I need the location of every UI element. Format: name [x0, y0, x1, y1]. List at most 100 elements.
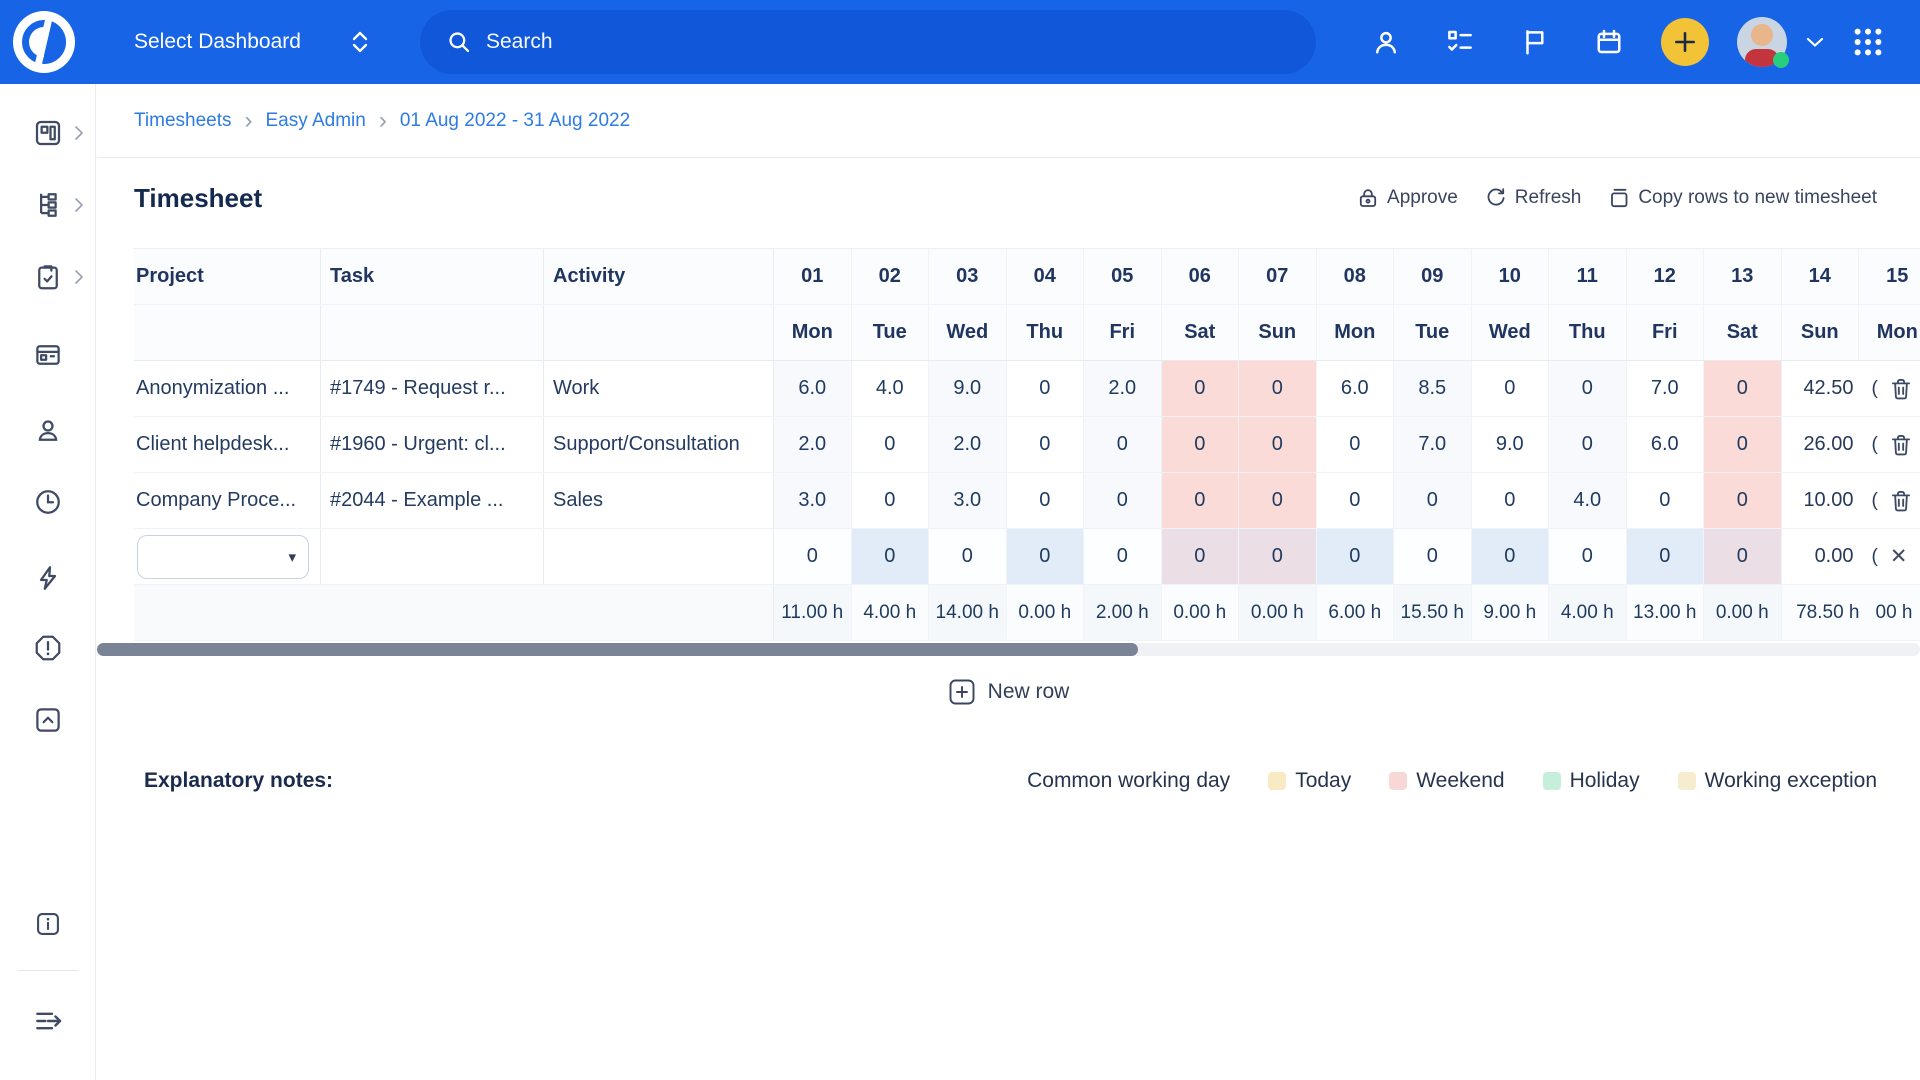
hours-cell-day-04[interactable]: 0 [1007, 473, 1085, 528]
hours-cell-day-12[interactable]: 6.0 [1627, 417, 1705, 472]
chevron-down-icon[interactable] [1805, 36, 1825, 48]
refresh-button[interactable]: Refresh [1484, 186, 1582, 210]
project-cell[interactable]: Anonymization ... [134, 361, 321, 416]
copy-rows-button[interactable]: Copy rows to new timesheet [1607, 186, 1877, 210]
hours-cell-day-08[interactable]: 0 [1317, 417, 1395, 472]
quick-add-button[interactable] [1661, 18, 1709, 66]
new-hours-cell-day-03[interactable]: 0 [929, 529, 1007, 584]
sidebar-collapse-menu-button[interactable] [0, 1005, 96, 1037]
hours-cell-day-13[interactable]: 0 [1704, 361, 1782, 416]
hours-cell-day-11[interactable]: 0 [1549, 361, 1627, 416]
remove-new-row-button[interactable]: ✕ [1890, 544, 1908, 569]
hours-cell-day-12[interactable]: 7.0 [1627, 361, 1705, 416]
project-select[interactable]: ▾ [137, 535, 309, 579]
task-cell[interactable]: #2044 - Example ... [321, 473, 544, 528]
hours-cell-day-05[interactable]: 0 [1084, 473, 1162, 528]
hours-cell-day-11[interactable]: 4.0 [1549, 473, 1627, 528]
activity-cell[interactable]: Support/Consultation [544, 417, 774, 472]
hours-cell-day-04[interactable]: 0 [1007, 361, 1085, 416]
hours-cell-day-02[interactable]: 4.0 [852, 361, 930, 416]
hours-cell-day-06[interactable]: 0 [1162, 417, 1240, 472]
project-cell[interactable]: Company Proce... [134, 473, 321, 528]
sidebar-item-collapse-section[interactable] [0, 705, 96, 735]
delete-row-button[interactable] [1888, 488, 1914, 514]
new-hours-cell-day-12[interactable]: 0 [1627, 529, 1705, 584]
hours-cell-day-02[interactable]: 0 [852, 417, 930, 472]
hours-cell-day-10[interactable]: 9.0 [1472, 417, 1550, 472]
hours-cell-day-10[interactable]: 0 [1472, 361, 1550, 416]
sidebar-item-boards[interactable] [0, 340, 96, 370]
new-hours-cell-day-06[interactable]: 0 [1162, 529, 1240, 584]
app-logo-icon[interactable] [13, 11, 75, 73]
hours-cell-day-01[interactable]: 2.0 [774, 417, 852, 472]
breadcrumb-link[interactable]: Timesheets [134, 110, 232, 132]
chevron-right-icon[interactable] [74, 197, 84, 213]
hours-cell-day-02[interactable]: 0 [852, 473, 930, 528]
hours-cell-day-07[interactable]: 0 [1239, 473, 1317, 528]
sidebar-item-users[interactable] [0, 415, 96, 445]
hours-cell-day-09[interactable]: 7.0 [1394, 417, 1472, 472]
apps-grid-icon[interactable] [1853, 27, 1883, 57]
flag-icon[interactable] [1520, 27, 1550, 57]
dashboard-sort-chevrons-icon[interactable] [350, 30, 370, 59]
new-hours-cell-day-13[interactable]: 0 [1704, 529, 1782, 584]
new-hours-cell-day-04[interactable]: 0 [1007, 529, 1085, 584]
hours-cell-day-11[interactable]: 0 [1549, 417, 1627, 472]
hours-cell-day-09[interactable]: 8.5 [1394, 361, 1472, 416]
project-cell[interactable]: Client helpdesk... [134, 417, 321, 472]
task-cell[interactable]: #1960 - Urgent: cl... [321, 417, 544, 472]
new-hours-cell-day-09[interactable]: 0 [1394, 529, 1472, 584]
hours-cell-day-08[interactable]: 0 [1317, 473, 1395, 528]
new-hours-cell-day-01[interactable]: 0 [774, 529, 852, 584]
delete-row-button[interactable] [1888, 432, 1914, 458]
sidebar-item-alerts[interactable] [0, 633, 96, 663]
chevron-right-icon[interactable] [74, 125, 84, 141]
activity-cell[interactable]: Sales [544, 473, 774, 528]
new-row-button[interactable]: New row [948, 674, 1070, 710]
activity-cell[interactable] [544, 529, 774, 584]
hours-cell-day-13[interactable]: 0 [1704, 473, 1782, 528]
search-bar[interactable] [420, 10, 1316, 74]
activity-cell[interactable]: Work [544, 361, 774, 416]
new-hours-cell-day-05[interactable]: 0 [1084, 529, 1162, 584]
delete-row-button[interactable] [1888, 376, 1914, 402]
new-hours-cell-day-11[interactable]: 0 [1549, 529, 1627, 584]
user-icon[interactable] [1371, 27, 1401, 57]
breadcrumb-link[interactable]: Easy Admin [266, 110, 366, 132]
hours-cell-day-06[interactable]: 0 [1162, 473, 1240, 528]
hours-cell-day-05[interactable]: 0 [1084, 417, 1162, 472]
hours-cell-day-01[interactable]: 3.0 [774, 473, 852, 528]
new-hours-cell-day-08[interactable]: 0 [1317, 529, 1395, 584]
tasks-checklist-icon[interactable] [1445, 27, 1475, 57]
sidebar-item-info[interactable] [0, 910, 96, 938]
scrollbar-thumb[interactable] [97, 643, 1138, 656]
hours-cell-day-05[interactable]: 2.0 [1084, 361, 1162, 416]
hours-cell-day-06[interactable]: 0 [1162, 361, 1240, 416]
select-dashboard-button[interactable]: Select Dashboard [134, 0, 301, 84]
task-cell[interactable]: #1749 - Request r... [321, 361, 544, 416]
hours-cell-day-07[interactable]: 0 [1239, 417, 1317, 472]
hours-cell-day-13[interactable]: 0 [1704, 417, 1782, 472]
new-hours-cell-day-10[interactable]: 0 [1472, 529, 1550, 584]
user-avatar[interactable] [1737, 17, 1787, 67]
sidebar-item-time[interactable] [0, 487, 96, 517]
chevron-right-icon[interactable] [74, 269, 84, 285]
hours-cell-day-08[interactable]: 6.0 [1317, 361, 1395, 416]
hours-cell-day-10[interactable]: 0 [1472, 473, 1550, 528]
hours-cell-day-03[interactable]: 3.0 [929, 473, 1007, 528]
hours-cell-day-01[interactable]: 6.0 [774, 361, 852, 416]
hours-cell-day-09[interactable]: 0 [1394, 473, 1472, 528]
approve-button[interactable]: Approve [1356, 186, 1458, 210]
search-input[interactable] [486, 30, 1286, 54]
hours-cell-day-04[interactable]: 0 [1007, 417, 1085, 472]
new-hours-cell-day-07[interactable]: 0 [1239, 529, 1317, 584]
hours-cell-day-12[interactable]: 0 [1627, 473, 1705, 528]
sidebar-item-quick-actions[interactable] [0, 563, 96, 593]
horizontal-scrollbar[interactable] [97, 643, 1920, 656]
new-hours-cell-day-02[interactable]: 0 [852, 529, 930, 584]
hours-cell-day-03[interactable]: 2.0 [929, 417, 1007, 472]
hours-cell-day-07[interactable]: 0 [1239, 361, 1317, 416]
task-cell[interactable] [321, 529, 544, 584]
calendar-icon[interactable] [1594, 27, 1624, 57]
breadcrumb-link[interactable]: 01 Aug 2022 - 31 Aug 2022 [400, 110, 630, 132]
